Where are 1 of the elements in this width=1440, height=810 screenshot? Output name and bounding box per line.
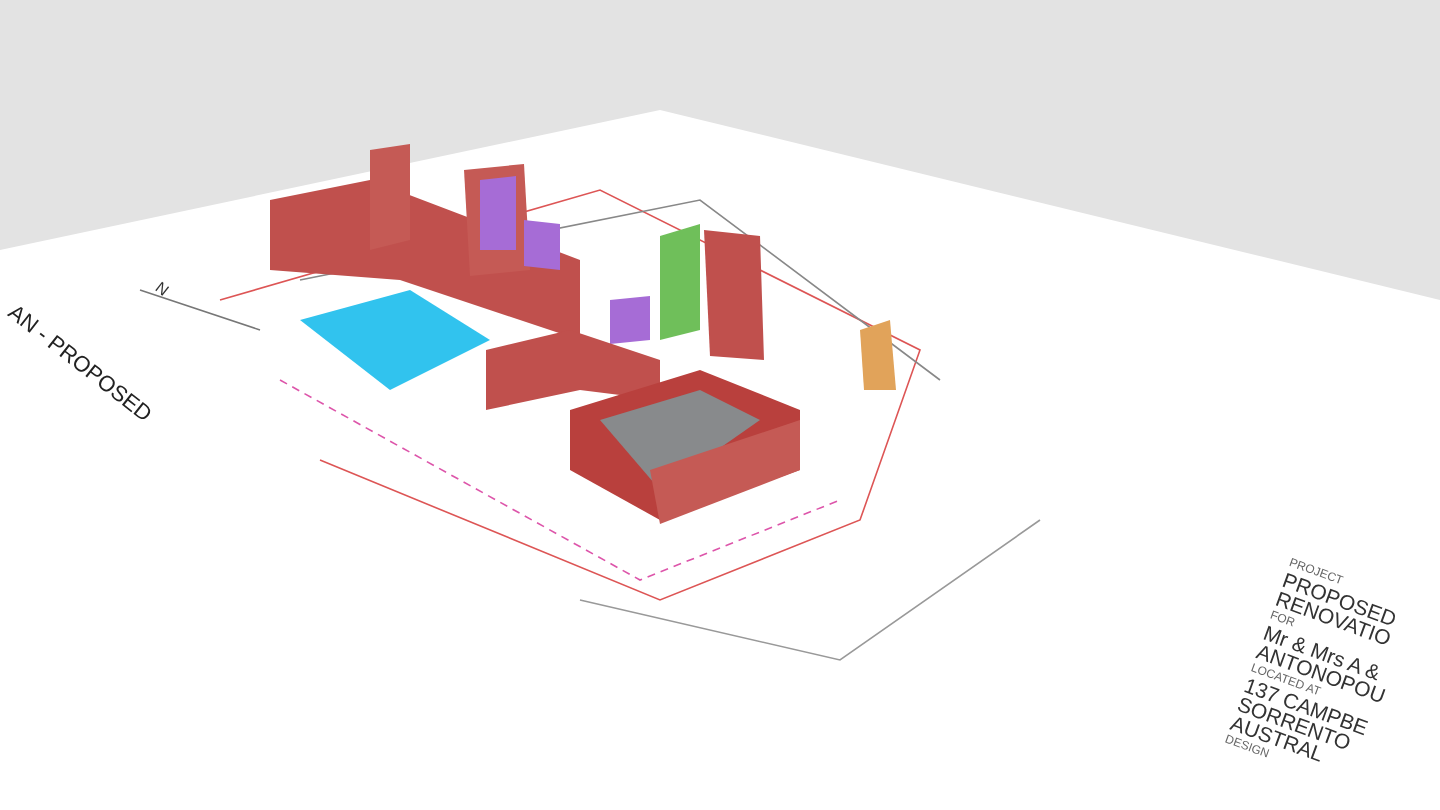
north-label: N: [151, 278, 172, 300]
